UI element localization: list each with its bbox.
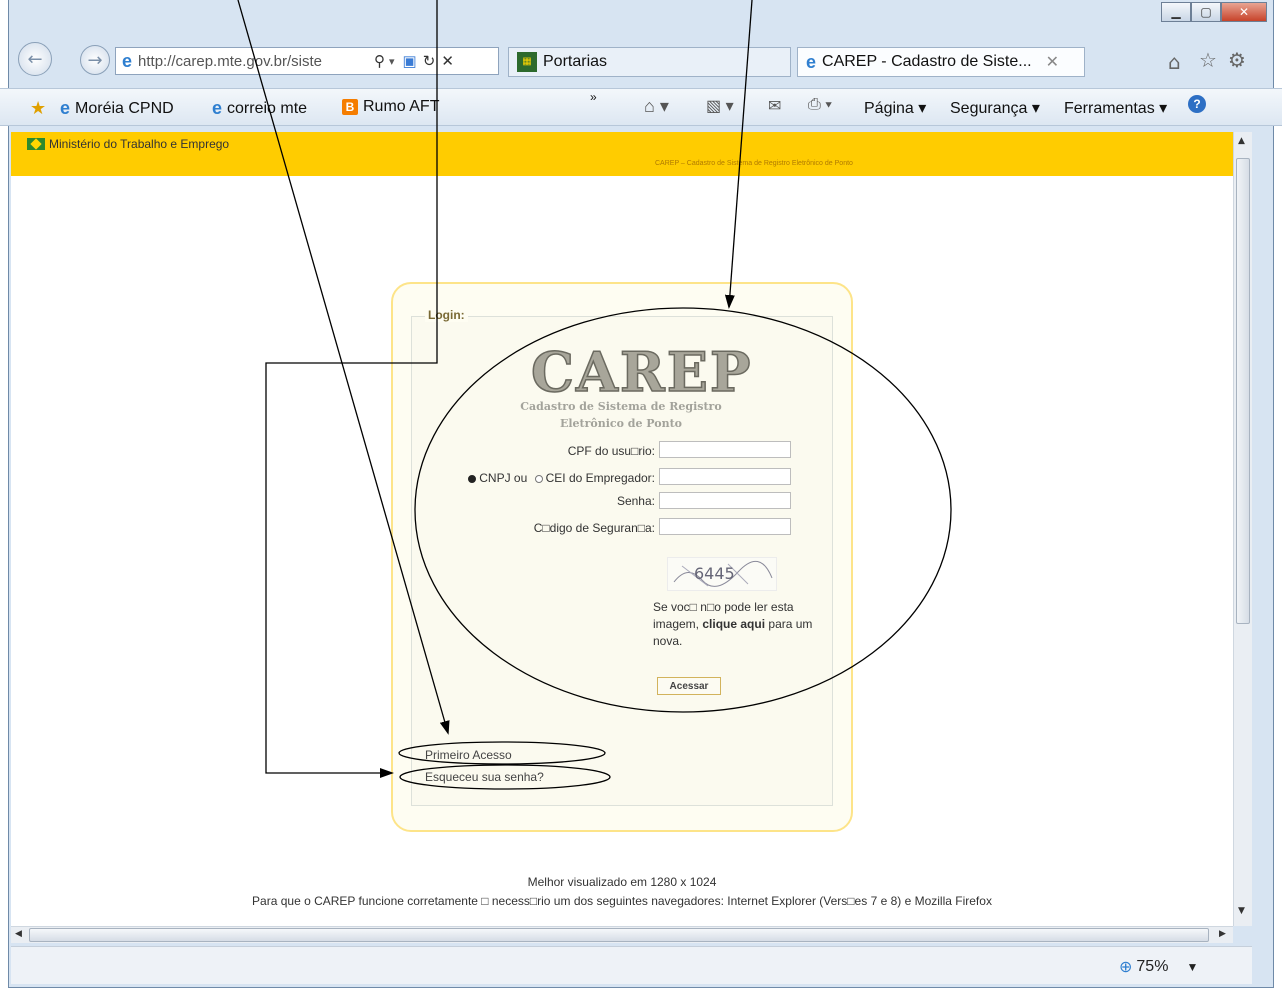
first-access-link[interactable]: Primeiro Acesso — [425, 748, 512, 762]
favorite-label: correio mte — [227, 99, 308, 117]
horizontal-scroll-thumb[interactable] — [29, 928, 1209, 942]
captcha-help: Se voc□ n□o pode ler esta imagem, clique… — [653, 599, 833, 650]
close-button[interactable]: ✕ — [1221, 2, 1267, 22]
senha-input[interactable] — [659, 492, 791, 509]
employer-type: CNPJ ou CEI do Empregador: — [431, 471, 655, 485]
close-tab-icon[interactable]: ✕ — [1046, 52, 1059, 72]
home-icon[interactable]: ⌂ — [1168, 50, 1181, 74]
tab-carep[interactable]: e CAREP - Cadastro de Siste... ✕ — [797, 47, 1085, 77]
scroll-right-icon[interactable]: ▶ — [1219, 929, 1226, 939]
address-bar[interactable]: e http://carep.mte.gov.br/siste ⚲ ▾ ▣ ↻ … — [115, 47, 499, 75]
back-button[interactable]: ← — [18, 42, 52, 76]
footer-resolution: Melhor visualizado em 1280 x 1024 — [527, 875, 717, 889]
page-content: Ministério do Trabalho e Emprego CAREP –… — [11, 132, 1233, 926]
cnpj-label: CNPJ ou — [479, 471, 528, 485]
star-add-icon: ★ — [30, 98, 47, 118]
tab-label: Portarias — [543, 53, 608, 70]
tab-label: CAREP - Cadastro de Siste... — [822, 53, 1032, 70]
ministry-title: Ministério do Trabalho e Emprego — [27, 137, 229, 151]
favorite-correio[interactable]: e correio mte — [212, 98, 307, 119]
zoom-icon: ⊕ — [1119, 959, 1133, 976]
brazil-flag-icon — [27, 138, 45, 150]
favorites-bar: ★ e Moréia CPND e correio mte B Rumo AFT… — [0, 88, 1282, 126]
ministry-name: Ministério do Trabalho e Emprego — [49, 137, 230, 151]
overflow-chevron-icon[interactable]: » — [590, 90, 597, 104]
address-url: http://carep.mte.gov.br/siste — [138, 52, 322, 70]
search-icon[interactable]: ⚲ — [374, 52, 385, 70]
zoom-level: 75% — [1136, 958, 1169, 975]
favorites-star-icon[interactable]: ☆ — [1199, 48, 1217, 72]
carep-logo: CAREP — [530, 339, 753, 405]
tools-menu[interactable]: Ferramentas ▾ — [1064, 98, 1167, 118]
add-favorites-button[interactable]: ★ — [30, 98, 46, 119]
safety-menu-label: Segurança ▾ — [950, 100, 1040, 117]
scroll-left-icon[interactable]: ◀ — [15, 929, 22, 939]
rss-icon[interactable]: ▧ ▾ — [706, 96, 734, 116]
dropdown-icon[interactable]: ▾ — [389, 55, 395, 68]
page-menu-label: Página ▾ — [864, 100, 927, 117]
acessar-button[interactable]: Acessar — [657, 677, 721, 695]
mte-icon: ▦ — [517, 52, 537, 72]
captcha-text: 6445 — [694, 564, 735, 583]
favorite-moreia[interactable]: e Moréia CPND — [60, 98, 174, 119]
cei-label: CEI do Empregador: — [545, 471, 655, 485]
title-bar: ▁ ▢ ✕ — [9, 0, 1273, 38]
horizontal-scrollbar[interactable]: ◀ ▶ — [11, 926, 1233, 943]
blogger-icon: B — [342, 99, 358, 115]
codigo-input[interactable] — [659, 518, 791, 535]
captcha-refresh-link[interactable]: clique aqui — [702, 617, 765, 631]
print-icon[interactable]: ⎙ ▾ — [808, 96, 832, 114]
logo-subtitle-line1: Cadastro de Sistema de Registro — [520, 400, 722, 413]
cei-radio[interactable] — [534, 474, 543, 483]
captcha-image: 6445 — [667, 557, 777, 591]
codigo-label: C□digo de Seguran□a: — [533, 521, 655, 535]
cpf-label: CPF do usu□rio: — [567, 444, 655, 458]
window-controls: ▁ ▢ ✕ — [1161, 2, 1267, 22]
scroll-down-icon[interactable]: ▼ — [1238, 906, 1245, 916]
stop-icon[interactable]: ✕ — [441, 52, 454, 70]
tab-portarias[interactable]: ▦ Portarias — [508, 47, 791, 77]
senha-label: Senha: — [616, 494, 655, 508]
zoom-dropdown-icon[interactable]: ▼ — [1186, 960, 1198, 974]
forgot-password-link[interactable]: Esqueceu sua senha? — [425, 770, 544, 784]
vertical-scrollbar[interactable]: ▲ ▼ — [1233, 132, 1252, 926]
ie-icon: e — [122, 50, 133, 71]
compat-icon[interactable]: ▣ — [403, 52, 417, 70]
logo-subtitle-line2: Eletrônico de Ponto — [559, 417, 683, 430]
zoom-control[interactable]: ⊕ 75% ▼ — [1119, 957, 1198, 977]
safety-menu[interactable]: Segurança ▾ — [950, 98, 1040, 118]
gear-icon[interactable]: ⚙ — [1228, 48, 1246, 72]
ie-icon: e — [806, 51, 817, 72]
login-legend: Login: — [425, 308, 468, 322]
home-menu-icon[interactable]: ⌂ ▾ — [644, 96, 669, 117]
maximize-button[interactable]: ▢ — [1191, 2, 1221, 22]
ie-icon: e — [60, 98, 71, 118]
help-icon[interactable]: ? — [1188, 95, 1206, 113]
forward-button[interactable]: → — [80, 45, 110, 75]
carep-logo-subtitle: Cadastro de Sistema de Registro Eletrôni… — [511, 398, 731, 432]
favorite-label: Rumo AFT — [363, 98, 440, 115]
favorite-rumo[interactable]: B Rumo AFT — [342, 98, 439, 116]
vertical-scroll-thumb[interactable] — [1236, 158, 1250, 624]
tools-menu-label: Ferramentas ▾ — [1064, 100, 1168, 117]
employer-id-input[interactable] — [659, 468, 791, 485]
page-menu[interactable]: Página ▾ — [864, 98, 926, 118]
cpf-input[interactable] — [659, 441, 791, 458]
cnpj-radio[interactable] — [468, 474, 477, 483]
minimize-button[interactable]: ▁ — [1161, 2, 1191, 22]
refresh-icon[interactable]: ↻ — [423, 52, 436, 70]
mail-icon[interactable]: ✉ — [768, 96, 781, 116]
scroll-up-icon[interactable]: ▲ — [1238, 136, 1245, 146]
footer-browsers: Para que o CAREP funcione corretamente □… — [252, 894, 992, 908]
ie-icon: e — [212, 98, 223, 118]
ministry-banner: Ministério do Trabalho e Emprego CAREP –… — [11, 132, 1233, 176]
status-bar: ⊕ 75% ▼ — [11, 946, 1252, 984]
banner-subtitle: CAREP – Cadastro de Sistema de Registro … — [655, 160, 853, 167]
favorite-label: Moréia CPND — [75, 99, 174, 117]
